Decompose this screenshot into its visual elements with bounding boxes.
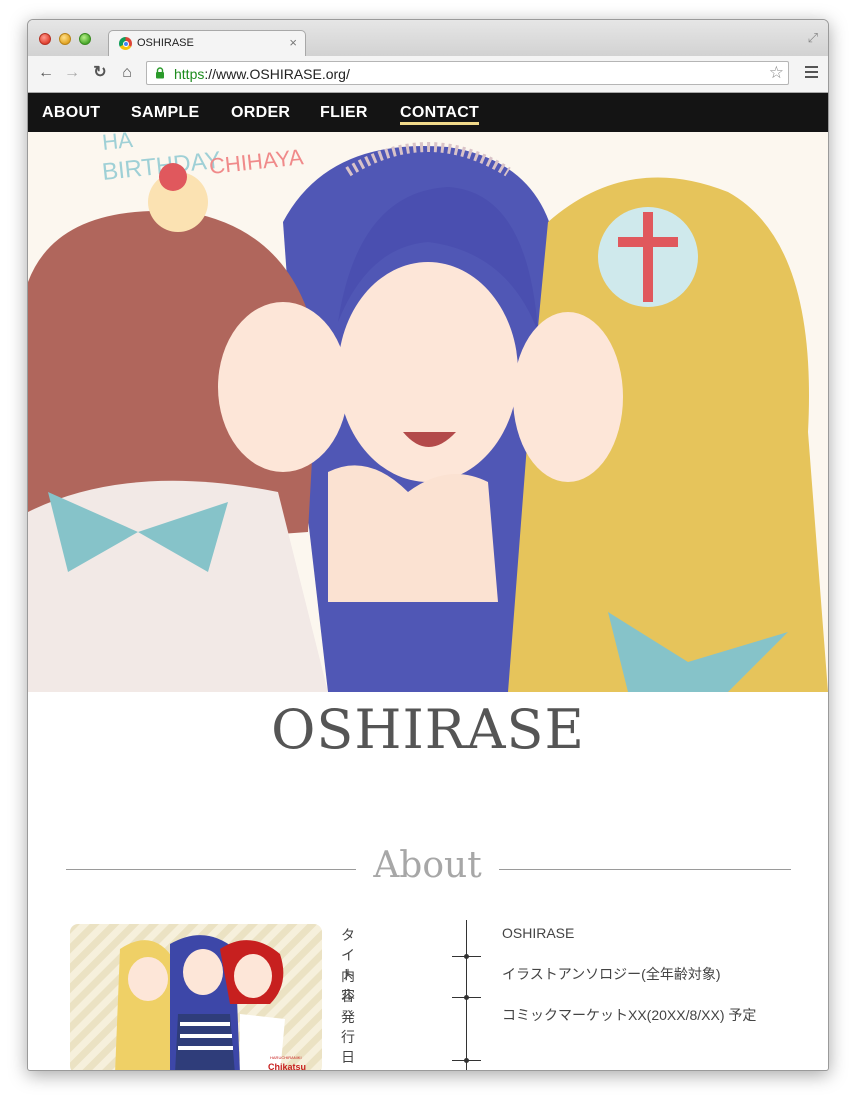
heading-divider-right (499, 869, 791, 870)
cover-artwork: HARUCHIRANIKI Chikatsu (70, 924, 322, 1071)
about-heading-label: About (373, 845, 482, 886)
tab-title: OSHIRASE (137, 37, 194, 49)
url-text: https://www.OSHIRASE.org/ (174, 66, 350, 82)
back-arrow-icon[interactable]: ← (36, 63, 56, 83)
chrome-favicon-icon (119, 37, 132, 50)
about-section-heading: About (66, 845, 791, 895)
menu-icon[interactable] (805, 66, 818, 81)
fullscreen-icon[interactable]: ⤢ (808, 30, 818, 46)
nav-order[interactable]: ORDER (231, 104, 290, 122)
timeline-dot (464, 954, 469, 959)
close-window-button[interactable] (39, 33, 51, 45)
tab-close-icon[interactable]: × (289, 35, 297, 50)
info-value-content: イラストアンソロジー(全年齢対象) (502, 966, 721, 982)
info-key-content: 内容 (341, 968, 355, 1004)
browser-toolbar: ← → ↻ ⌂ https://www.OSHIRASE.org/ ☆ (28, 56, 828, 93)
info-value-title: OSHIRASE (502, 925, 575, 941)
reload-icon[interactable]: ↻ (90, 63, 110, 83)
url-host: ://www.OSHIRASE.org/ (204, 66, 350, 82)
browser-tab[interactable]: OSHIRASE × (108, 30, 306, 57)
cover-caption-small: HARUCHIRANIKI (270, 1055, 302, 1060)
hero-illustration: HA BIRTHDAY CHIHAYA (28, 132, 828, 692)
nav-about[interactable]: ABOUT (42, 104, 100, 122)
minimize-window-button[interactable] (59, 33, 71, 45)
nav-flier[interactable]: FLIER (320, 104, 368, 122)
address-bar[interactable]: https://www.OSHIRASE.org/ ☆ (146, 61, 789, 85)
forward-arrow-icon[interactable]: → (62, 63, 82, 83)
info-key-date: 発行日 (341, 1009, 355, 1065)
bookmark-star-icon[interactable]: ☆ (769, 63, 784, 83)
browser-window: OSHIRASE × ⤢ ← → ↻ ⌂ https://www.OSHIRAS… (27, 19, 829, 1071)
timeline-dot (464, 1058, 469, 1063)
page-title: OSHIRASE (271, 698, 585, 761)
url-scheme: https (174, 66, 205, 82)
tab-strip: OSHIRASE × ⤢ (28, 20, 828, 57)
book-cover-image: HARUCHIRANIKI Chikatsu (70, 924, 322, 1071)
nav-contact[interactable]: CONTACT (400, 104, 480, 125)
site-navigation: ABOUT SAMPLE ORDER FLIER CONTACT (28, 93, 828, 132)
timeline-dot (464, 995, 469, 1000)
nav-sample[interactable]: SAMPLE (131, 104, 199, 122)
cover-caption-logo: Chikatsu (268, 1062, 306, 1071)
info-value-date: コミックマーケットXX(20XX/8/XX) 予定 (502, 1007, 757, 1023)
zoom-window-button[interactable] (79, 33, 91, 45)
home-icon[interactable]: ⌂ (117, 63, 137, 83)
hero-artwork: HA BIRTHDAY CHIHAYA (28, 132, 828, 692)
heading-divider-left (66, 869, 356, 870)
lock-icon (156, 67, 164, 79)
hero-text-ha: HA (101, 132, 134, 155)
